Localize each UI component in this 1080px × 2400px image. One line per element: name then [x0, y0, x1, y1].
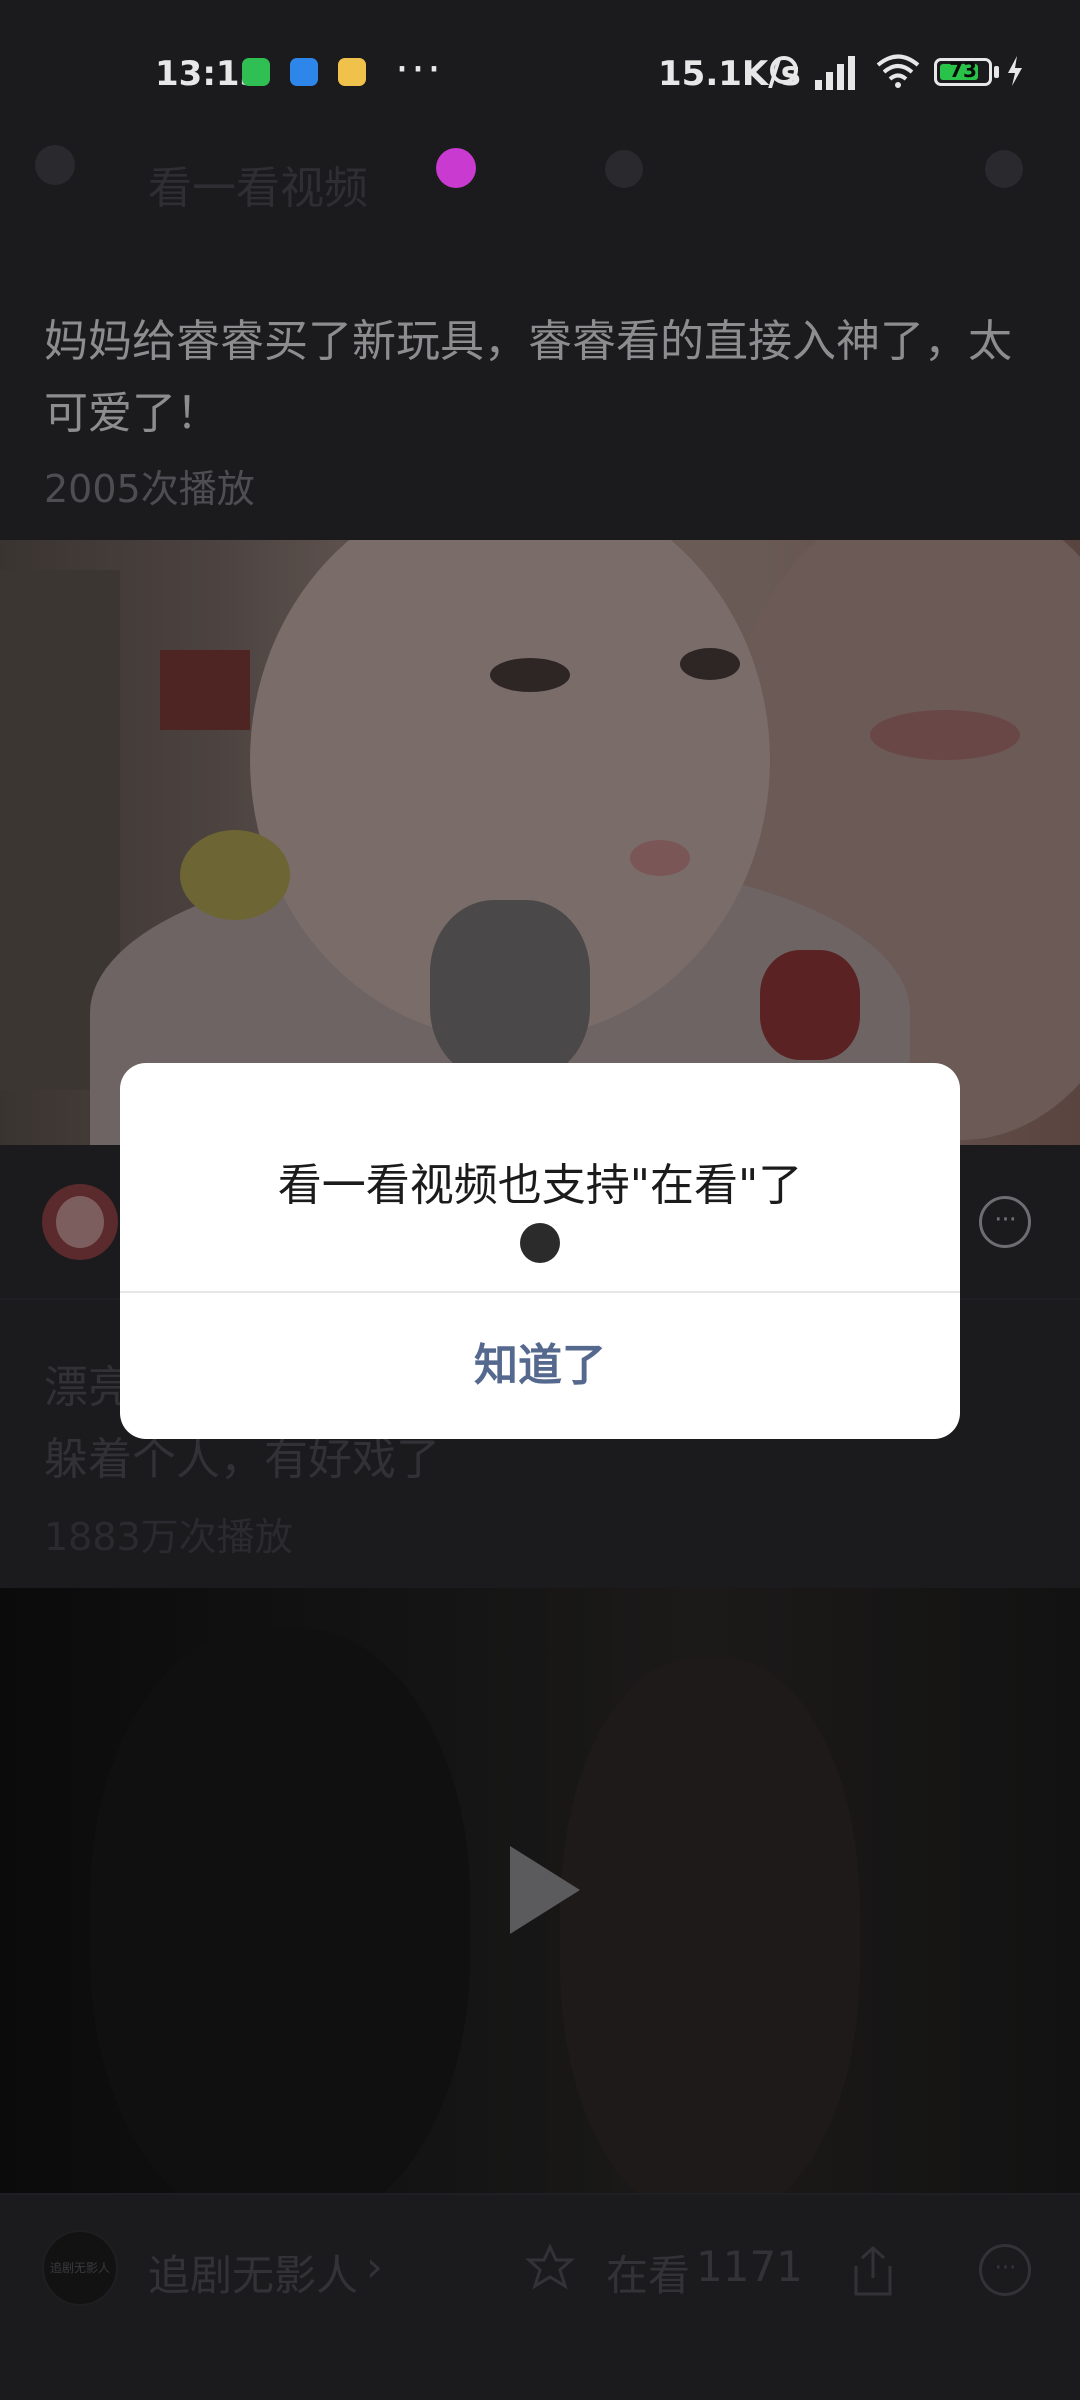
author-avatar[interactable]: 追剧无影人 — [42, 2230, 118, 2306]
battery-icon: 73 — [934, 58, 992, 86]
got-it-button[interactable]: 知道了 — [120, 1293, 960, 1439]
back-button[interactable] — [35, 145, 75, 185]
video-thumbnail[interactable] — [0, 540, 1080, 1145]
post-views: 1883万次播放 — [44, 1515, 293, 1559]
watching-label[interactable]: 在看 — [606, 2242, 690, 2303]
signal-icon — [815, 52, 865, 90]
thumbnail-red-mitten — [760, 950, 860, 1060]
thumbnail-person — [560, 1658, 860, 2193]
dialog-message: 看一看视频也支持"在看"了 — [277, 1160, 803, 1211]
divider — [0, 2193, 1080, 2195]
status-bar: 13:13 ··· 15.1K/s 73 — [0, 0, 1080, 150]
post-title-start: 漂亮 — [44, 1362, 132, 1413]
avatar-image — [56, 1196, 104, 1248]
author-avatar[interactable] — [42, 1184, 118, 1260]
thumbnail-bib-elephant — [430, 900, 590, 1080]
thumbnail-bib-duck — [180, 830, 290, 920]
post-title[interactable]: 妈妈给睿睿买了新玩具，睿睿看的直接入神了，太可爱了！ — [44, 306, 1044, 450]
more-notifications-icon: ··· — [395, 44, 443, 95]
thumbnail-person — [90, 1628, 470, 2193]
page-title: 看一看视频 — [148, 163, 368, 214]
android-notification-icon — [242, 58, 270, 86]
author-name[interactable]: 追剧无影人 — [148, 2242, 358, 2303]
more-options-button[interactable]: ··· — [979, 2244, 1031, 2296]
share-icon[interactable] — [848, 2244, 898, 2298]
post-title-line2: 躲着个人，有好戏了 — [44, 1434, 440, 1485]
video-thumbnail[interactable] — [0, 1588, 1080, 2193]
chevron-right-icon: › — [366, 2242, 383, 2291]
alarm-icon — [770, 56, 798, 84]
wifi-icon — [876, 54, 920, 88]
info-dialog: 看一看视频也支持"在看"了 知道了 — [120, 1063, 960, 1439]
app-notification-icon — [338, 58, 366, 86]
battery-percent: 73 — [949, 58, 977, 82]
charging-icon — [1008, 56, 1022, 86]
thumbnail-baby-eye — [680, 648, 740, 680]
post-views: 2005次播放 — [44, 467, 255, 511]
thumbnail-adult-lips — [870, 710, 1020, 760]
watching-count: 1171 — [696, 2242, 803, 2291]
touch-indicator-dot — [436, 148, 476, 188]
bird-notification-icon — [290, 58, 318, 86]
play-icon[interactable] — [510, 1846, 580, 1934]
thumbnail-decoration — [160, 650, 250, 730]
watching-icon[interactable] — [524, 2244, 576, 2296]
screen: 13:13 ··· 15.1K/s 73 看一看视频 妈妈给睿睿买了新玩具，睿睿… — [0, 0, 1080, 2400]
battery-cap — [994, 66, 999, 78]
thumbnail-baby-mouth — [630, 840, 690, 876]
more-options-button[interactable]: ··· — [979, 1196, 1031, 1248]
thumbnail-baby-eye — [490, 658, 570, 692]
nav-menu-button[interactable] — [985, 150, 1023, 188]
touch-indicator-dot — [520, 1223, 560, 1263]
avatar-label: 追剧无影人 — [49, 2261, 110, 2275]
nav-icon[interactable] — [605, 150, 643, 188]
